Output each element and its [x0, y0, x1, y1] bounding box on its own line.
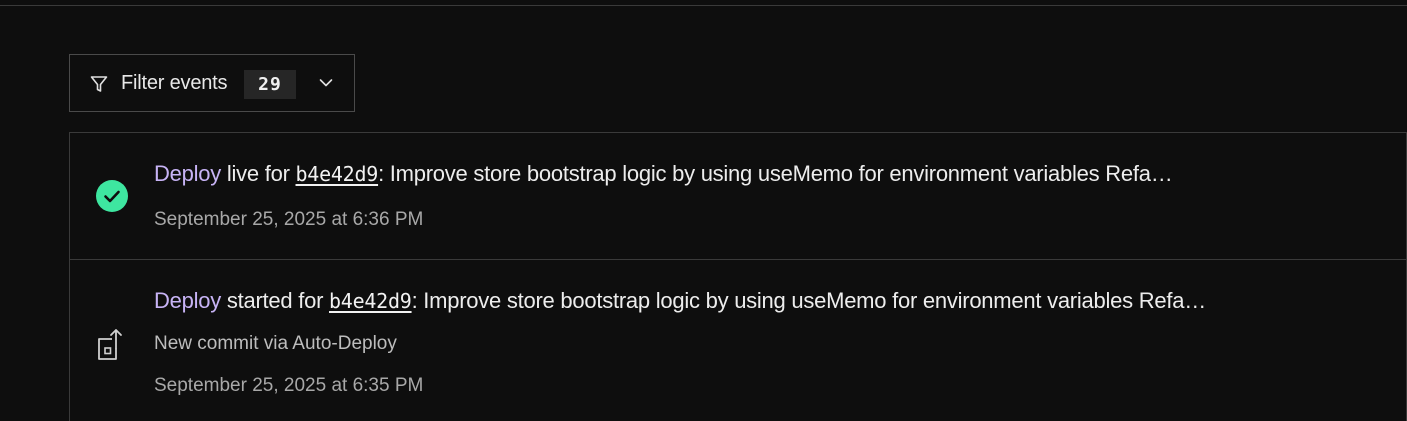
chevron-down-icon: [319, 79, 333, 87]
list-item: Deploy started for b4e42d9: Improve stor…: [70, 260, 1407, 421]
event-kind-label: Deploy: [154, 161, 221, 186]
commit-message: : Improve store bootstrap logic by using…: [378, 161, 1173, 186]
events-page: Filter events 29 Deploy live for b4e42d9…: [0, 0, 1407, 421]
commit-link[interactable]: b4e42d9: [296, 162, 379, 186]
event-title: Deploy started for b4e42d9: Improve stor…: [154, 288, 1206, 314]
event-list: Deploy live for b4e42d9: Improve store b…: [69, 132, 1407, 421]
event-count-badge: 29: [244, 70, 296, 99]
filter-label: Filter events: [121, 72, 228, 94]
filter-events-button[interactable]: Filter events 29: [69, 54, 355, 112]
commit-message: : Improve store bootstrap logic by using…: [411, 288, 1207, 313]
commit-link[interactable]: b4e42d9: [329, 289, 412, 313]
list-item: Deploy live for b4e42d9: Improve store b…: [70, 133, 1407, 260]
check-circle-icon: [96, 180, 128, 212]
event-title: Deploy live for b4e42d9: Improve store b…: [154, 161, 1173, 187]
event-subtitle: New commit via Auto-Deploy: [154, 333, 397, 354]
event-action: started for: [220, 288, 330, 313]
deploy-upload-icon: [98, 329, 122, 360]
event-timestamp: September 25, 2025 at 6:36 PM: [154, 209, 424, 230]
event-timestamp: September 25, 2025 at 6:35 PM: [154, 375, 424, 396]
filter-icon: [90, 76, 108, 92]
event-action: live for: [220, 161, 296, 186]
event-kind-label: Deploy: [154, 288, 221, 313]
top-divider: [0, 5, 1407, 6]
